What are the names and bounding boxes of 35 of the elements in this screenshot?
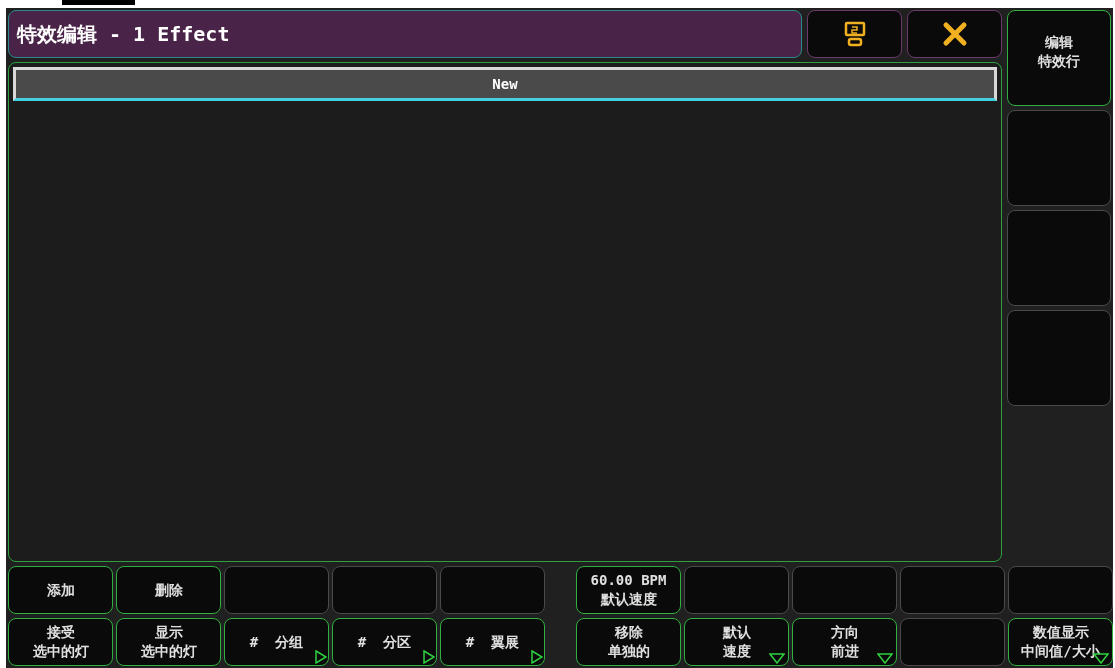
function-button[interactable]: 方向 前进 xyxy=(792,618,897,666)
function-button[interactable]: 显示 选中的灯 xyxy=(116,618,221,666)
function-button[interactable]: 移除 单独的 xyxy=(576,618,681,666)
empty-button[interactable] xyxy=(332,566,437,614)
empty-button[interactable] xyxy=(1007,110,1111,206)
function-button[interactable]: 60.00 BPM 默认速度 xyxy=(576,566,681,614)
screen-number-icon xyxy=(843,21,866,47)
empty-button[interactable] xyxy=(792,566,897,614)
function-button[interactable]: 添加 xyxy=(8,566,113,614)
dropdown-arrow-icon xyxy=(769,653,785,664)
function-button[interactable]: # 翼展 xyxy=(440,618,545,666)
close-button[interactable] xyxy=(907,10,1002,58)
function-button[interactable]: 默认 速度 xyxy=(684,618,789,666)
function-button[interactable]: 接受 选中的灯 xyxy=(8,618,113,666)
function-button[interactable]: 编辑 特效行 xyxy=(1007,10,1111,106)
function-button[interactable]: 数值显示 中间值/大小 xyxy=(1008,618,1113,666)
function-button[interactable]: # 分区 xyxy=(332,618,437,666)
empty-button[interactable] xyxy=(1007,310,1111,406)
close-icon xyxy=(941,21,968,47)
function-button[interactable]: # 分组 xyxy=(224,618,329,666)
column-header[interactable]: New xyxy=(13,67,997,101)
function-button[interactable]: 删除 xyxy=(116,566,221,614)
empty-button[interactable] xyxy=(684,566,789,614)
submenu-arrow-icon xyxy=(531,650,543,664)
window-title: 特效编辑 - 1 Effect xyxy=(8,10,802,58)
dropdown-arrow-icon xyxy=(877,653,893,664)
empty-button[interactable] xyxy=(900,618,1005,666)
empty-button[interactable] xyxy=(224,566,329,614)
submenu-arrow-icon xyxy=(315,650,327,664)
page-button[interactable] xyxy=(807,10,902,58)
empty-button[interactable] xyxy=(440,566,545,614)
empty-button[interactable] xyxy=(1008,566,1113,614)
empty-button[interactable] xyxy=(900,566,1005,614)
empty-button[interactable] xyxy=(1007,210,1111,306)
submenu-arrow-icon xyxy=(423,650,435,664)
